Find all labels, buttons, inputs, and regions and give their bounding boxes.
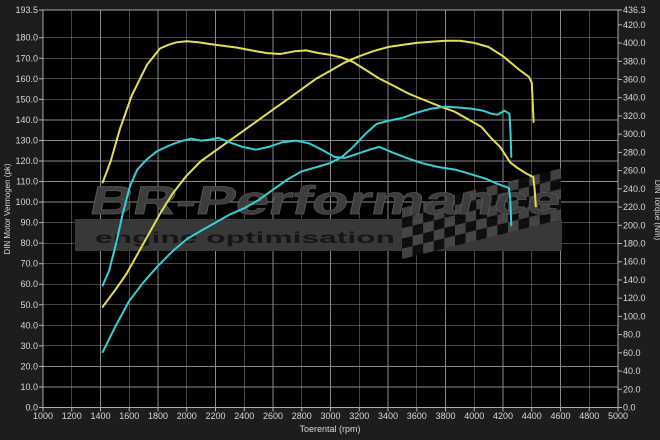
x-tick-label: 3800: [435, 411, 455, 421]
left-tick-label: 140.0: [15, 115, 38, 125]
right-tick-label: 160.0: [623, 257, 646, 267]
left-tick-label: 90.0: [20, 218, 38, 228]
left-tick-label: 60.0: [20, 279, 38, 289]
x-tick-label: 3000: [320, 411, 340, 421]
right-tick-label: 0.0: [623, 403, 636, 413]
dyno-chart: BR-Performance engine optimisation 10001…: [0, 0, 660, 440]
left-axis-title: DIN Motor Vermogen (pk): [3, 163, 12, 254]
left-tick-label: 120.0: [15, 156, 38, 166]
right-tick-label: 20.0: [623, 384, 641, 394]
right-tick-label: 400.0: [623, 38, 646, 48]
right-tick-label: 100.0: [623, 311, 646, 321]
right-tick-label: 140.0: [623, 275, 646, 285]
left-tick-label: 30.0: [20, 341, 38, 351]
right-tick-label: 60.0: [623, 348, 641, 358]
x-tick-label: 1000: [33, 411, 53, 421]
right-tick-label: 380.0: [623, 56, 646, 66]
left-tick-label: 20.0: [20, 361, 38, 371]
watermark-tagline: engine optimisation: [95, 230, 395, 247]
right-tick-label: 360.0: [623, 75, 646, 85]
x-tick-label: 4400: [522, 411, 542, 421]
x-tick-label: 1600: [119, 411, 139, 421]
right-tick-label: 220.0: [623, 202, 646, 212]
x-tick-label: 1800: [148, 411, 168, 421]
left-tick-label: 80.0: [20, 238, 38, 248]
x-tick-label: 3400: [378, 411, 398, 421]
x-axis-tick-labels: 1000 1200 1400 1600 1800 2000 2200 2400 2600 2800…: [33, 411, 628, 421]
left-tick-label: 193.5: [15, 5, 38, 15]
x-tick-label: 5000: [608, 411, 628, 421]
x-tick-label: 4000: [464, 411, 484, 421]
right-tick-label: 260.0: [623, 166, 646, 176]
x-tick-label: 4800: [579, 411, 599, 421]
right-axis-tick-labels: 0.0 20.0 40.0 60.0 80.0 100.0 120.0 140.0 160.0 1…: [623, 5, 646, 413]
right-axis-title: DIN Torque (Nm): [653, 180, 660, 241]
x-tick-label: 1400: [90, 411, 110, 421]
left-tick-label: 170.0: [15, 53, 38, 63]
x-tick-label: 2800: [292, 411, 312, 421]
dyno-chart-canvas: BR-Performance engine optimisation 10001…: [0, 0, 660, 440]
right-tick-label: 320.0: [623, 111, 646, 121]
right-tick-label: 120.0: [623, 293, 646, 303]
x-tick-label: 2400: [234, 411, 254, 421]
left-tick-label: 70.0: [20, 259, 38, 269]
right-tick-label: 80.0: [623, 330, 641, 340]
left-axis-tick-labels: 0.0 10.0 20.0 30.0 40.0 50.0 60.0 70.0 80.0 90.0 1…: [15, 5, 38, 413]
right-tick-label: 420.0: [623, 20, 646, 30]
right-tick-label: 300.0: [623, 129, 646, 139]
left-tick-label: 150.0: [15, 94, 38, 104]
right-tick-label: 180.0: [623, 239, 646, 249]
x-tick-label: 2200: [205, 411, 225, 421]
left-tick-label: 10.0: [20, 382, 38, 392]
x-tick-label: 1200: [62, 411, 82, 421]
left-tick-label: 130.0: [15, 135, 38, 145]
left-tick-label: 0.0: [25, 403, 38, 413]
left-tick-label: 100.0: [15, 197, 38, 207]
x-tick-label: 2000: [177, 411, 197, 421]
left-tick-label: 110.0: [16, 177, 38, 187]
right-tick-label: 240.0: [623, 184, 646, 194]
x-tick-label: 4200: [493, 411, 513, 421]
x-tick-label: 2600: [263, 411, 283, 421]
right-tick-label: 280.0: [623, 147, 646, 157]
right-tick-label: 200.0: [623, 220, 646, 230]
x-tick-label: 3200: [349, 411, 369, 421]
left-tick-label: 40.0: [20, 320, 38, 330]
left-tick-label: 160.0: [15, 74, 38, 84]
right-tick-label: 40.0: [623, 366, 641, 376]
right-tick-label: 340.0: [623, 93, 646, 103]
x-axis-title: Toerental (rpm): [299, 424, 360, 434]
x-tick-label: 4600: [550, 411, 570, 421]
x-tick-label: 3600: [407, 411, 427, 421]
left-tick-label: 180.0: [15, 33, 38, 43]
left-tick-label: 50.0: [20, 300, 38, 310]
right-tick-label: 436.3: [623, 5, 646, 15]
